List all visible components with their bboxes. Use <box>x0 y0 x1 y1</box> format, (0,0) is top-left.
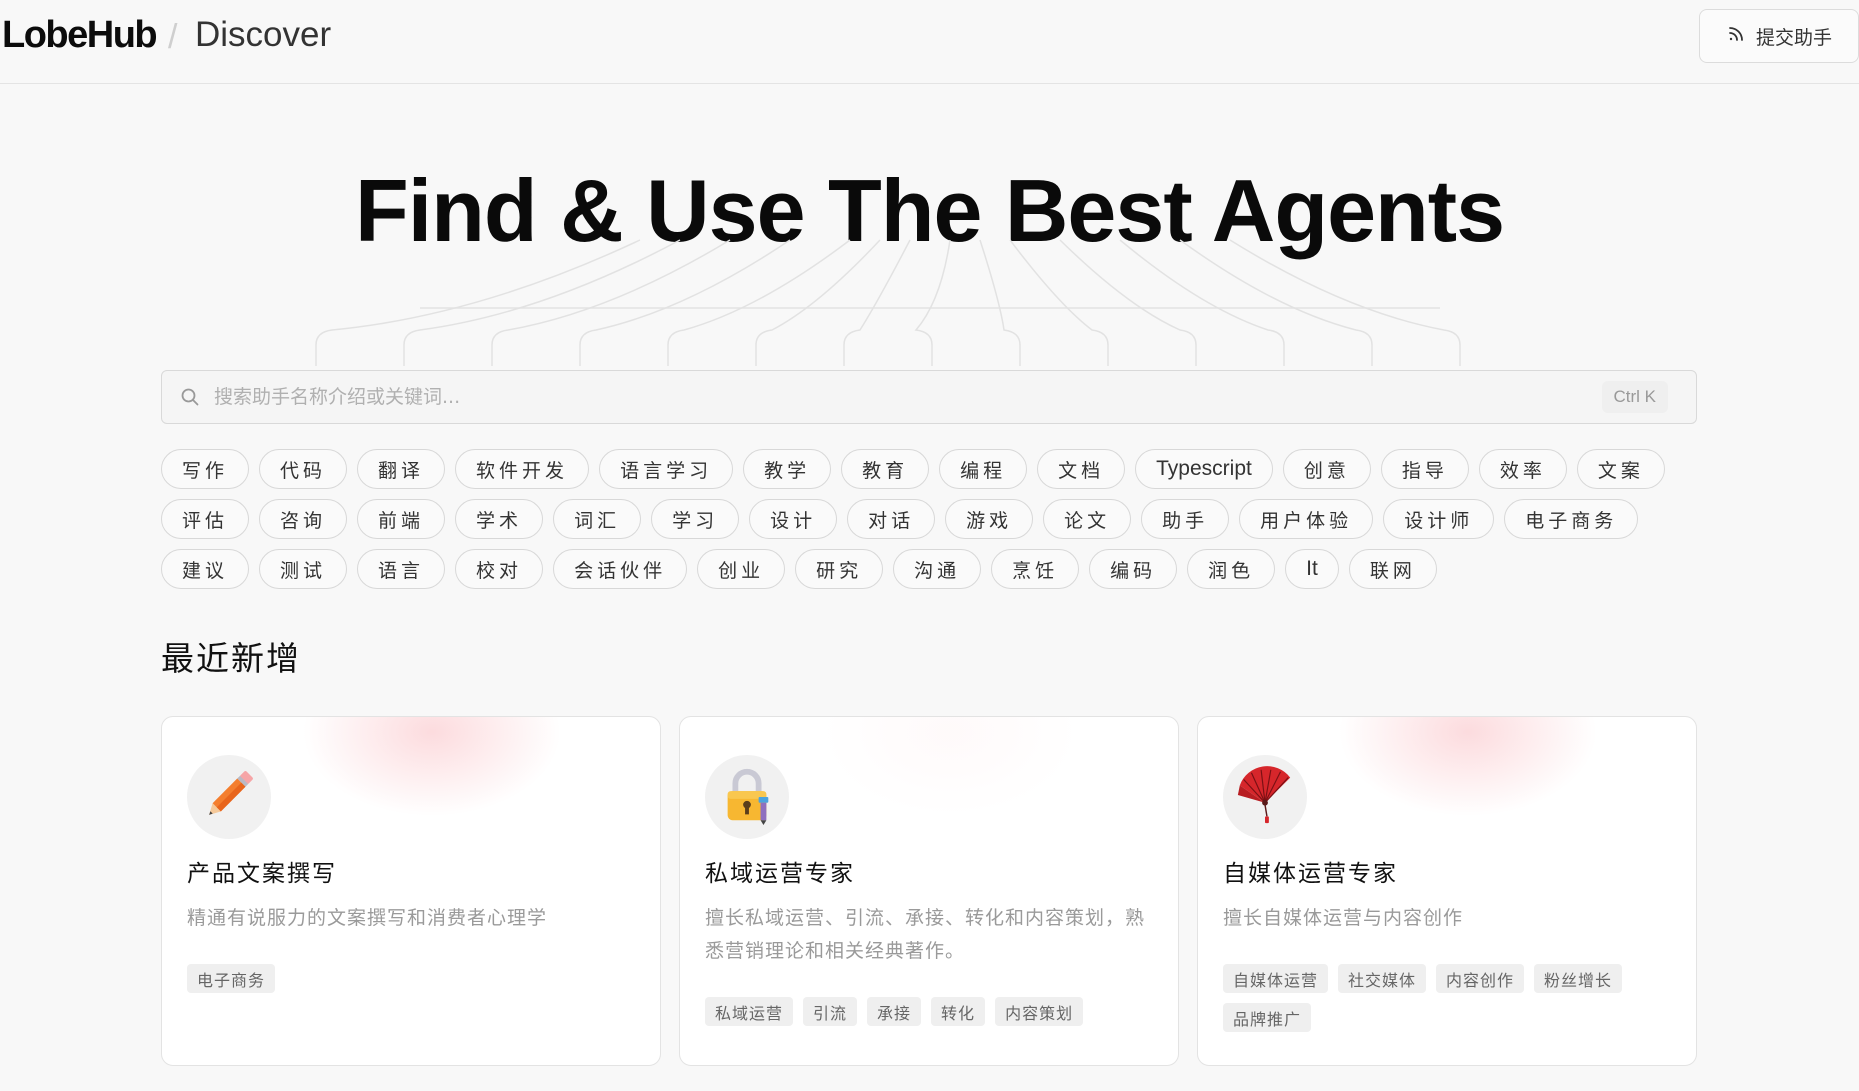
pencil-icon <box>198 764 260 830</box>
submit-agent-label: 提交助手 <box>1755 26 1832 49</box>
category-tag[interactable]: 创业 <box>697 549 786 589</box>
category-tag[interactable]: 对话 <box>847 499 936 539</box>
category-tags: 写作 代码 翻译 软件开发 语言学习 教学 教育 编程 文档 Typescript 创意 指导 效率 文案… <box>161 449 1721 589</box>
category-tag[interactable]: 电子商务 <box>1504 499 1639 539</box>
discover-page: LobeHub / Discover 提交助手 Find & Use The B… <box>0 0 1859 1091</box>
category-tag[interactable]: Typescript <box>1135 449 1273 489</box>
decorative-connector-lines <box>315 239 1461 366</box>
agent-description: 精通有说服力的文案撰写和消费者心理学 <box>187 907 548 929</box>
category-tag[interactable]: 文案 <box>1576 449 1665 489</box>
agent-tag[interactable]: 转化 <box>931 997 986 1026</box>
category-tag[interactable]: 前端 <box>357 499 446 539</box>
agent-tag[interactable]: 引流 <box>803 997 858 1026</box>
search-shortcut-hint: Ctrl K <box>1601 381 1668 413</box>
agent-tag[interactable]: 品牌推广 <box>1223 1003 1312 1032</box>
category-tag[interactable]: 校对 <box>455 549 544 589</box>
category-tag[interactable]: 论文 <box>1043 499 1132 539</box>
category-tag[interactable]: 烹饪 <box>991 549 1080 589</box>
card-glow <box>820 717 1080 817</box>
agent-tags: 自媒体运营 社交媒体 内容创作 粉丝增长 品牌推广 <box>1223 964 1673 1032</box>
agent-tag[interactable]: 私域运营 <box>705 997 794 1026</box>
recent-agents-grid: 产品文案撰写 精通有说服力的文案撰写和消费者心理学 电子商务 私域运营专家 擅长… <box>161 716 1698 1066</box>
category-tag[interactable]: 编程 <box>939 449 1028 489</box>
search-bar[interactable]: Ctrl K <box>161 370 1697 424</box>
category-tag[interactable]: 润色 <box>1187 549 1276 589</box>
category-tag[interactable]: 学习 <box>651 499 740 539</box>
category-tag[interactable]: 教育 <box>841 449 930 489</box>
category-tag[interactable]: 用户体验 <box>1239 499 1374 539</box>
agent-title: 产品文案撰写 <box>187 861 337 887</box>
category-tag[interactable]: 评估 <box>161 499 250 539</box>
agent-tag[interactable]: 内容策划 <box>995 997 1084 1026</box>
rss-icon <box>1726 24 1746 49</box>
category-tag[interactable]: 编码 <box>1089 549 1178 589</box>
agent-card[interactable]: 私域运营专家 擅长私域运营、引流、承接、转化和内容策划，熟悉营销理论和相关经典著… <box>679 716 1179 1066</box>
category-tag[interactable]: 会话伙伴 <box>553 549 688 589</box>
category-tag[interactable]: 建议 <box>161 549 250 589</box>
agent-avatar <box>1223 755 1307 839</box>
folding-fan-icon <box>1234 764 1296 830</box>
agent-card[interactable]: 自媒体运营专家 擅长自媒体运营与内容创作 自媒体运营 社交媒体 内容创作 粉丝增… <box>1197 716 1697 1066</box>
category-tag[interactable]: 沟通 <box>893 549 982 589</box>
category-tag[interactable]: 测试 <box>259 549 348 589</box>
category-tag[interactable]: 代码 <box>259 449 348 489</box>
agent-tag[interactable]: 承接 <box>867 997 922 1026</box>
agent-title: 自媒体运营专家 <box>1223 861 1398 887</box>
category-tag[interactable]: It <box>1285 549 1339 589</box>
category-tag[interactable]: 游戏 <box>945 499 1034 539</box>
category-tag[interactable]: 联网 <box>1348 549 1437 589</box>
agent-description: 擅长自媒体运营与内容创作 <box>1223 907 1464 929</box>
agent-avatar <box>187 755 271 839</box>
agent-tags: 电子商务 <box>187 964 637 993</box>
section-title-recent: 最近新增 <box>161 639 301 678</box>
agent-tag[interactable]: 粉丝增长 <box>1534 964 1623 993</box>
top-header: LobeHub / Discover 提交助手 <box>0 0 1859 84</box>
agent-tag[interactable]: 自媒体运营 <box>1223 964 1329 993</box>
agent-avatar <box>705 755 789 839</box>
agent-tag[interactable]: 电子商务 <box>187 964 276 993</box>
category-tag[interactable]: 设计师 <box>1383 499 1495 539</box>
category-tag[interactable]: 语言 <box>357 549 446 589</box>
category-tag[interactable]: 教学 <box>743 449 832 489</box>
lock-with-pen-icon <box>716 764 778 830</box>
agent-title: 私域运营专家 <box>705 861 855 887</box>
category-tag[interactable]: 助手 <box>1141 499 1230 539</box>
category-tag[interactable]: 研究 <box>795 549 884 589</box>
category-tag[interactable]: 词汇 <box>553 499 642 539</box>
category-tag[interactable]: 咨询 <box>259 499 348 539</box>
agent-tag[interactable]: 内容创作 <box>1436 964 1525 993</box>
category-tag[interactable]: 效率 <box>1478 449 1567 489</box>
agent-tag[interactable]: 社交媒体 <box>1338 964 1427 993</box>
search-icon <box>180 387 200 407</box>
category-tag[interactable]: 学术 <box>455 499 544 539</box>
breadcrumb-discover[interactable]: Discover <box>195 15 331 55</box>
card-glow <box>302 717 562 817</box>
search-input[interactable] <box>214 371 1514 423</box>
card-glow <box>1338 717 1598 817</box>
category-tag[interactable]: 创意 <box>1282 449 1371 489</box>
category-tag[interactable]: 设计 <box>749 499 838 539</box>
category-tag[interactable]: 写作 <box>161 449 250 489</box>
agent-card[interactable]: 产品文案撰写 精通有说服力的文案撰写和消费者心理学 电子商务 <box>161 716 661 1066</box>
category-tag[interactable]: 语言学习 <box>599 449 734 489</box>
agent-tags: 私域运营 引流 承接 转化 内容策划 <box>705 997 1155 1026</box>
breadcrumb-separator: / <box>168 18 178 56</box>
category-tag[interactable]: 软件开发 <box>455 449 590 489</box>
category-tag[interactable]: 指导 <box>1380 449 1469 489</box>
agent-description: 擅长私域运营、引流、承接、转化和内容策划，熟悉营销理论和相关经典著作。 <box>705 907 1146 962</box>
category-tag[interactable]: 文档 <box>1037 449 1126 489</box>
lobehub-logo[interactable]: LobeHub <box>2 14 158 57</box>
category-tag[interactable]: 翻译 <box>357 449 446 489</box>
submit-agent-button[interactable]: 提交助手 <box>1699 9 1859 63</box>
